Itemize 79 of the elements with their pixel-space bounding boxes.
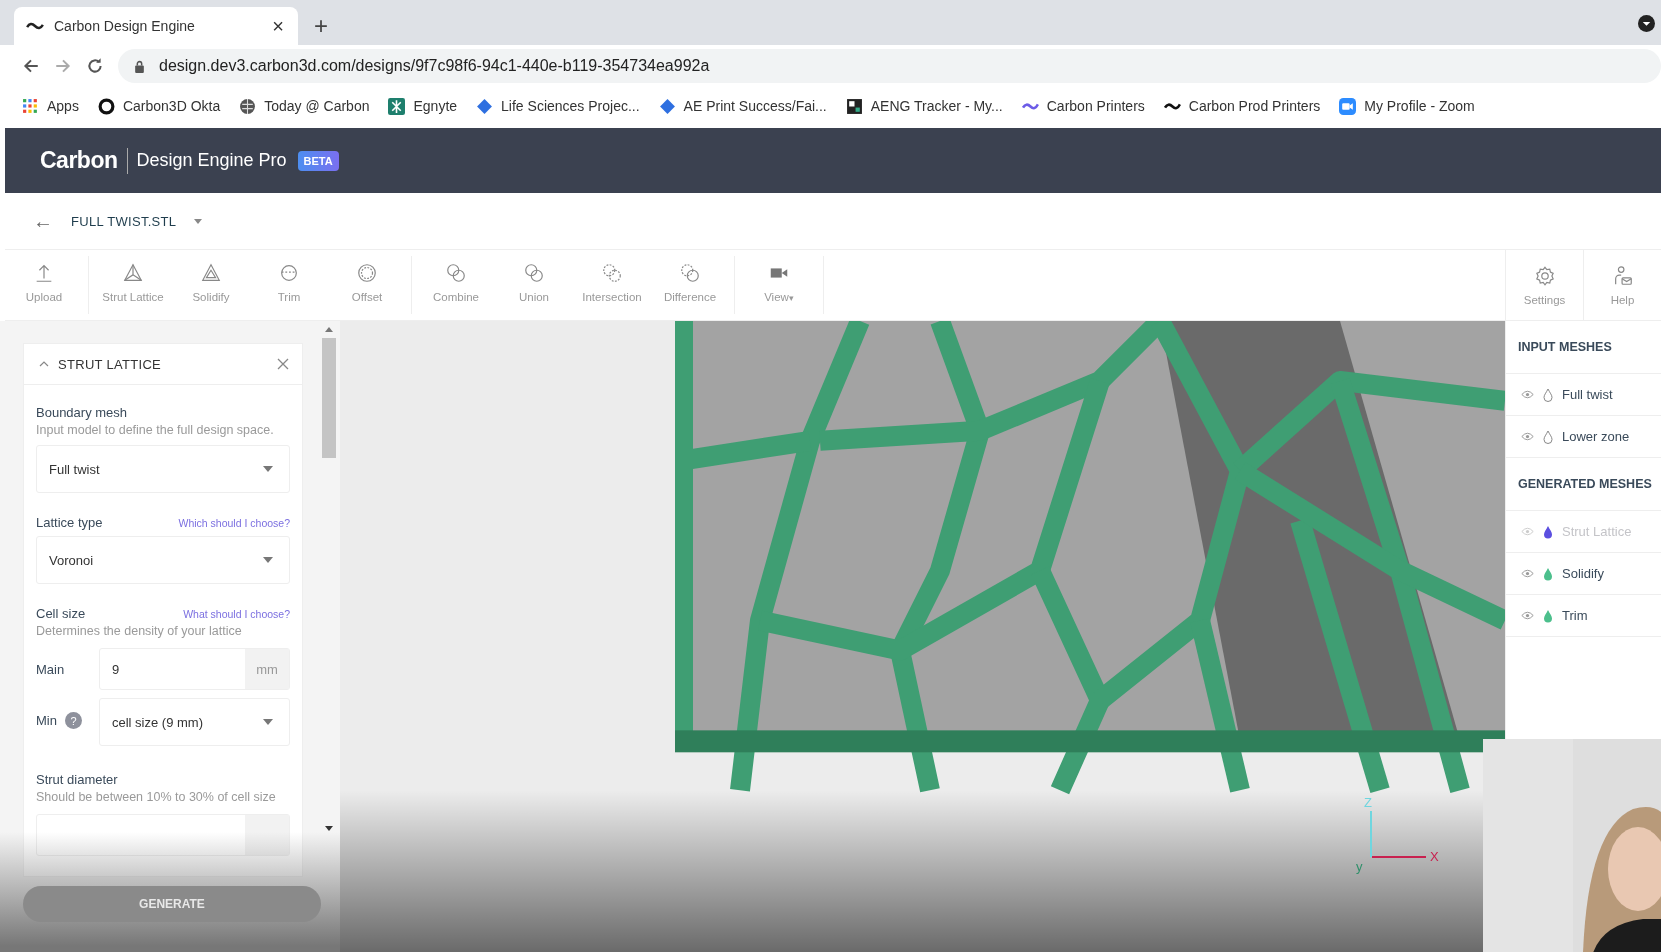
drop-icon [1543,387,1553,402]
mesh-item[interactable]: Solidify [1506,553,1661,595]
field-label: Cell size [36,606,86,621]
help-link[interactable]: Which should I choose? [178,517,290,529]
help-link[interactable]: What should I choose? [183,608,290,620]
caret-icon [263,719,273,725]
app-icon [388,97,406,115]
triangle-icon [200,261,222,284]
browser-tab[interactable]: Carbon Design Engine × [14,7,298,45]
profile-menu-icon[interactable] [1638,15,1655,32]
diamond-icon [476,97,494,115]
bookmark-link[interactable]: Carbon3D Okta [97,97,221,115]
caret-icon [263,466,273,472]
ring-icon [97,97,115,115]
panel-title: STRUT LATTICE [58,356,163,372]
bookmark-link[interactable]: Egnyte [388,97,458,115]
globe-icon [239,97,257,115]
wave-icon [26,20,44,32]
main-cell-size-field[interactable]: 9 mm [99,648,290,690]
overlapping-circles-icon [445,261,467,284]
diamond-icon [658,97,676,115]
mesh-item[interactable]: Trim [1506,595,1661,637]
forward-icon[interactable] [54,57,72,75]
back-icon[interactable] [22,57,40,75]
dashed-circles-icon [679,261,701,284]
scroll-up-icon[interactable] [325,327,333,332]
bookmark-link[interactable]: Today @ Carbon [239,97,370,115]
field-label: Strut diameter [36,772,119,787]
close-icon[interactable] [277,358,289,370]
grid-icon [22,97,39,115]
new-tab-button[interactable]: + [308,13,334,39]
eye-icon[interactable] [1521,611,1534,620]
field-label: Min [36,713,57,728]
scroll-thumb[interactable] [322,338,336,458]
tab-title: Carbon Design Engine [54,18,196,34]
lock-icon [134,59,145,73]
field-label: Main [36,661,66,677]
dashed-circles-icon [601,261,623,284]
close-tab-button[interactable]: × [270,16,286,36]
chevron-up-icon[interactable] [39,361,49,367]
eye-icon[interactable] [1521,569,1534,578]
beta-badge: BETA [297,150,339,171]
concentric-circles-icon [356,261,378,284]
strut-diameter-field[interactable] [36,814,290,856]
video-camera-icon [1339,97,1357,115]
bookmark-link[interactable]: My Profile - Zoom [1339,97,1475,115]
mesh-item[interactable]: Lower zone [1506,416,1661,458]
file-name[interactable]: FULL TWIST.STL [71,213,177,229]
mesh-item[interactable]: Full twist [1506,374,1661,416]
field-hint: Input model to define the full design space. [36,422,275,439]
section-heading: INPUT MESHES [1506,321,1661,374]
bookmark-link[interactable]: Life Sciences Projec... [476,97,640,115]
caret-icon[interactable] [194,218,203,224]
boundary-mesh-dropdown[interactable]: Full twist [36,445,290,493]
overlapping-circles-icon [523,261,545,284]
field-hint: Should be between 10% to 30% of cell size [36,789,277,806]
caret-icon [263,557,273,563]
bookmark-link[interactable]: AE Print Success/Fai... [658,97,827,115]
reload-icon[interactable] [86,57,104,75]
bookmark-link[interactable]: Carbon Printers [1021,97,1145,115]
settings-icon [1533,264,1556,287]
eye-icon[interactable] [1521,432,1534,441]
drop-icon [1543,429,1553,444]
triangle-icon [122,261,144,284]
section-heading: GENERATED MESHES [1506,458,1661,511]
bookmark-link[interactable]: Apps [22,97,79,115]
tracker-icon [845,97,863,115]
back-button[interactable]: ← [33,209,53,233]
bookmark-link[interactable]: AENG Tracker - My... [845,97,1003,115]
min-cell-size-dropdown[interactable]: cell size (9 mm) [99,698,290,746]
lattice-type-dropdown[interactable]: Voronoi [36,536,290,584]
bookmark-link[interactable]: Carbon Prod Printers [1163,97,1321,115]
address-field[interactable]: design.dev3.carbon3d.com/designs/9f7c98f6-94c1-440e-b119-354734ea992a [118,49,1661,83]
field-label: Boundary mesh [36,405,129,420]
product-name: Design Engine Pro [136,150,287,171]
field-hint: Determines the density of your lattice [36,623,243,640]
eye-icon[interactable] [1521,390,1534,399]
brand-logo: Carbon [40,147,118,174]
field-label: Lattice type [36,515,103,530]
